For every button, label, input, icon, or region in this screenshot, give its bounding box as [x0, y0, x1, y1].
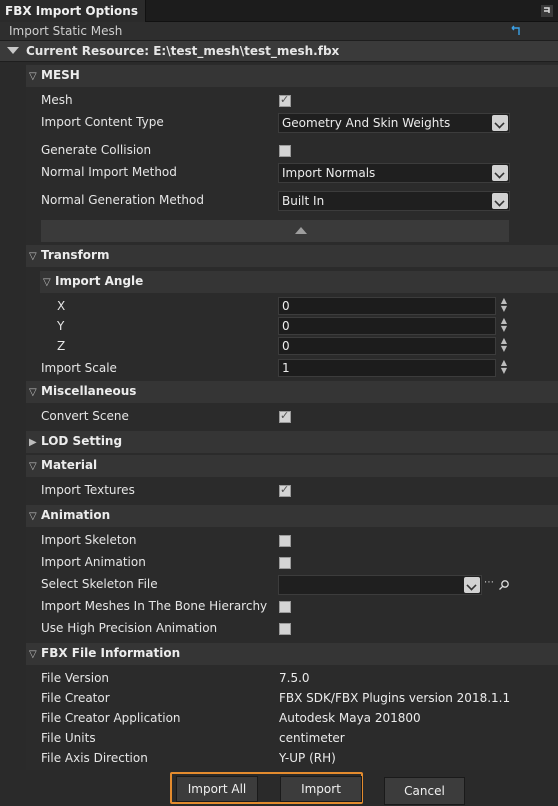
info-label: File Version — [41, 671, 110, 685]
section-mesh[interactable]: ▽ MESH — [26, 65, 558, 87]
import-scale-input[interactable]: 1 — [278, 359, 496, 377]
section-title: Miscellaneous — [41, 384, 137, 398]
mesh-checkbox[interactable] — [279, 93, 291, 107]
section-lod-setting[interactable]: ▶ LOD Setting — [26, 431, 558, 453]
info-value: FBX SDK/FBX Plugins version 2018.1.1 — [279, 691, 511, 705]
import-skeleton-checkbox[interactable] — [279, 535, 291, 547]
angle-y-label: Y — [57, 319, 65, 333]
section-title: MESH — [41, 68, 80, 82]
cancel-button[interactable]: Cancel — [384, 777, 465, 805]
angle-x-input[interactable]: 0 — [278, 297, 496, 315]
info-value: Autodesk Maya 201800 — [279, 711, 421, 725]
info-label: File Creator Application — [41, 711, 181, 725]
chevron-down-icon[interactable] — [492, 115, 508, 131]
spinner-arrows-icon[interactable]: ▲ ▼ — [499, 317, 509, 335]
import-animation-checkbox[interactable] — [279, 557, 291, 569]
import-skeleton-label: Import Skeleton — [41, 533, 137, 547]
generate-collision-checkbox[interactable] — [279, 145, 291, 157]
normal-generation-method-label: Normal Generation Method — [41, 193, 204, 207]
generate-collision-label: Generate Collision — [41, 143, 152, 157]
section-transform[interactable]: ▽ Transform — [26, 245, 558, 267]
normal-import-method-select[interactable]: Import Normals — [278, 163, 510, 183]
current-resource-header[interactable]: Current Resource: E:\test_mesh\test_mesh… — [0, 40, 558, 62]
collapse-up-icon — [295, 227, 307, 234]
section-fbx-file-information[interactable]: ▽ FBX File Information — [26, 643, 558, 665]
import-textures-checkbox[interactable] — [279, 483, 291, 497]
select-skeleton-file-label: Select Skeleton File — [41, 577, 158, 591]
info-value: 7.5.0 — [279, 671, 310, 685]
info-label: File Creator — [41, 691, 110, 705]
import-content-type-label: Import Content Type — [41, 115, 164, 129]
import-all-button[interactable]: Import All — [176, 776, 258, 802]
collapse-arrow-icon: ▽ — [29, 387, 37, 398]
convert-scene-checkbox[interactable] — [279, 409, 291, 423]
section-title: Import Angle — [55, 274, 144, 288]
chevron-down-icon[interactable] — [492, 165, 508, 181]
section-title: Transform — [41, 248, 110, 262]
select-value: Built In — [282, 194, 325, 208]
collapse-arrow-icon: ▽ — [29, 71, 37, 82]
collapse-arrow-icon: ▽ — [29, 649, 37, 660]
spinner-arrows-icon[interactable]: ▲ ▼ — [499, 297, 509, 315]
browse-icon[interactable]: ⋯ — [484, 577, 494, 588]
search-icon[interactable] — [498, 579, 510, 591]
high-precision-animation-checkbox[interactable] — [279, 623, 291, 635]
angle-z-label: Z — [57, 339, 66, 353]
restore-icon[interactable] — [510, 25, 522, 37]
info-label: File Axis Direction — [41, 751, 148, 765]
window-title[interactable]: FBX Import Options — [0, 0, 146, 22]
section-title: Animation — [41, 508, 111, 522]
expand-arrow-icon — [7, 47, 19, 54]
mesh-label: Mesh — [41, 93, 73, 107]
chevron-down-icon[interactable] — [492, 193, 508, 209]
import-content-type-select[interactable]: Geometry And Skin Weights — [278, 113, 510, 133]
info-value: Y-UP (RH) — [279, 751, 336, 765]
collapse-arrow-icon: ▽ — [29, 511, 37, 522]
section-material[interactable]: ▽ Material — [26, 455, 558, 477]
import-button[interactable]: Import — [280, 776, 362, 802]
high-precision-animation-label: Use High Precision Animation — [41, 621, 218, 635]
pin-icon[interactable] — [540, 4, 554, 18]
section-animation[interactable]: ▽ Animation — [26, 505, 558, 527]
select-value: Geometry And Skin Weights — [282, 116, 451, 130]
collapse-arrow-icon: ▽ — [43, 277, 51, 288]
spinner-arrows-icon[interactable]: ▲ ▼ — [499, 359, 509, 377]
chevron-down-icon[interactable] — [464, 577, 480, 593]
section-title: LOD Setting — [41, 434, 123, 448]
section-import-angle[interactable]: ▽ Import Angle — [40, 271, 558, 293]
angle-x-label: X — [57, 299, 66, 313]
import-meshes-bone-checkbox[interactable] — [279, 601, 291, 613]
import-scale-label: Import Scale — [41, 361, 117, 375]
section-title: Material — [41, 458, 98, 472]
convert-scene-label: Convert Scene — [41, 409, 129, 423]
import-textures-label: Import Textures — [41, 483, 135, 497]
section-miscellaneous[interactable]: ▽ Miscellaneous — [26, 381, 558, 403]
angle-z-input[interactable]: 0 — [278, 337, 496, 355]
select-value: Import Normals — [282, 166, 376, 180]
import-animation-label: Import Animation — [41, 555, 146, 569]
advanced-collapse-bar[interactable] — [41, 220, 509, 242]
collapse-arrow-icon: ▽ — [29, 251, 37, 262]
spinner-arrows-icon[interactable]: ▲ ▼ — [499, 337, 509, 355]
subtitle-text: Import Static Mesh — [9, 24, 123, 38]
import-meshes-bone-label: Import Meshes In The Bone Hierarchy — [41, 599, 268, 613]
window-titlebar: FBX Import Options — [0, 0, 558, 22]
info-label: File Units — [41, 731, 96, 745]
select-skeleton-file-select[interactable] — [278, 575, 482, 595]
expand-arrow-icon: ▶ — [29, 437, 37, 448]
info-value: centimeter — [279, 731, 345, 745]
collapse-arrow-icon: ▽ — [29, 461, 37, 472]
normal-import-method-label: Normal Import Method — [41, 165, 177, 179]
angle-y-input[interactable]: 0 — [278, 317, 496, 335]
normal-generation-method-select[interactable]: Built In — [278, 191, 510, 211]
section-title: FBX File Information — [41, 646, 181, 660]
resource-label: Current Resource: E:\test_mesh\test_mesh… — [26, 44, 340, 58]
panel-subtitle: Import Static Mesh — [0, 22, 558, 40]
